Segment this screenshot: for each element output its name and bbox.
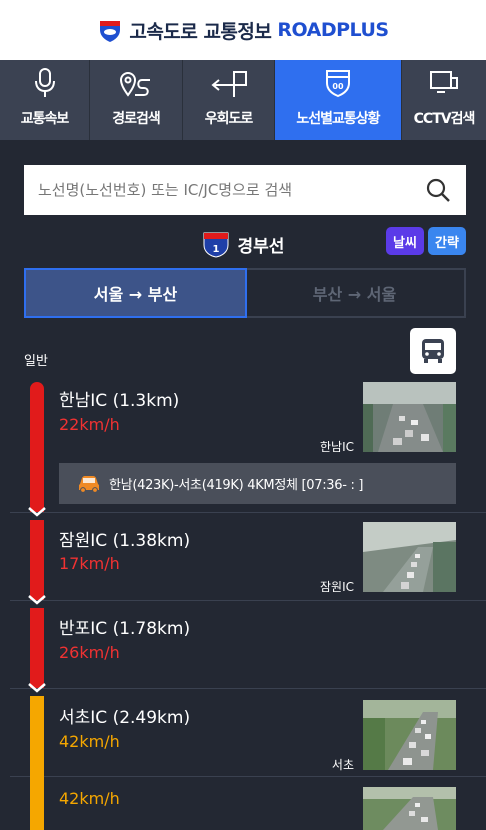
traffic-bar-congested	[30, 608, 44, 688]
brand-name: ROADPLUS	[277, 19, 389, 41]
weather-button[interactable]: 날씨	[386, 227, 424, 255]
route-shield-icon: 00	[324, 66, 352, 100]
tab-traffic-news[interactable]: 교통속보	[0, 60, 90, 140]
tab-detour[interactable]: 우회도로	[183, 60, 275, 140]
chevron-down-icon	[28, 507, 46, 517]
route-name: 경부선	[237, 236, 285, 257]
segment-divider	[10, 688, 486, 689]
cctv-label: 서초	[331, 758, 354, 772]
cctv-thumbnail[interactable]	[363, 522, 456, 592]
tab-cctv-search[interactable]: CCTV검색	[402, 60, 486, 140]
traffic-bar-slow	[30, 696, 44, 776]
tab-route-search[interactable]: 경로검색	[90, 60, 183, 140]
segment-speed: 26km/h	[59, 643, 120, 662]
tab-label: 교통속보	[20, 111, 70, 127]
segment-divider	[10, 600, 486, 601]
chevron-down-icon	[28, 595, 46, 605]
microphone-icon	[33, 66, 57, 100]
segment-speed: 17km/h	[59, 554, 120, 573]
direction-toggle: 서울 → 부산 부산 → 서울	[24, 268, 466, 318]
route-number-shield-icon: 1	[203, 232, 229, 258]
direction-seoul-busan[interactable]: 서울 → 부산	[24, 268, 247, 318]
tab-label: CCTV검색	[413, 111, 476, 127]
tab-label: 경로검색	[112, 111, 161, 127]
main-tabs: 교통속보 경로검색 우회도로 00 노선별교통상황 CCTV검색	[0, 60, 486, 140]
alert-text: 한남(423K)-서초(419K) 4KM정체 [07:36- : ]	[109, 478, 364, 493]
cctv-monitor-icon	[429, 66, 459, 100]
tab-label: 노선별교통상황	[296, 111, 380, 127]
cctv-thumbnail[interactable]	[363, 382, 456, 452]
simple-view-button[interactable]: 간략	[428, 227, 466, 255]
tab-label: 우회도로	[204, 111, 254, 127]
cctv-thumbnail[interactable]	[363, 787, 456, 830]
traffic-bar-congested	[30, 382, 44, 512]
segment-ic-name[interactable]: 서초IC (2.49km)	[59, 703, 190, 728]
segment-ic-name[interactable]: 잠원IC (1.38km)	[59, 526, 190, 551]
segment-speed: 42km/h	[59, 732, 120, 751]
bus-icon	[422, 339, 444, 363]
segment-ic-name[interactable]: 한남IC (1.3km)	[59, 386, 179, 411]
traffic-bar-congested	[30, 520, 44, 600]
segment-speed: 22km/h	[59, 415, 120, 434]
cctv-label: 잠원IC	[320, 580, 354, 594]
svg-text:00: 00	[332, 82, 344, 91]
chevron-down-icon	[28, 683, 46, 693]
route-pin-icon	[118, 66, 154, 100]
segment-divider	[10, 512, 486, 513]
segment-divider	[10, 776, 486, 777]
route-search-box	[24, 165, 466, 215]
highway-shield-icon	[100, 21, 121, 42]
route-number: 1	[212, 244, 219, 255]
car-icon	[79, 475, 99, 493]
search-icon	[426, 178, 450, 202]
cctv-thumbnail[interactable]	[363, 700, 456, 770]
detour-arrow-icon	[210, 66, 248, 100]
traffic-bar-slow	[30, 776, 44, 830]
segment-ic-name[interactable]: 반포IC (1.78km)	[59, 614, 190, 639]
bus-toggle-button[interactable]	[410, 328, 456, 374]
app-header: 고속도로 교통정보 ROADPLUS	[0, 0, 486, 60]
app-title: 고속도로 교통정보	[129, 20, 272, 43]
search-input[interactable]	[38, 181, 424, 199]
traffic-alert[interactable]: 한남(423K)-서초(419K) 4KM정체 [07:36- : ]	[59, 463, 456, 504]
section-label: 일반	[24, 354, 48, 369]
cctv-label: 한남IC	[320, 440, 354, 454]
direction-busan-seoul[interactable]: 부산 → 서울	[245, 270, 464, 316]
search-button[interactable]	[424, 176, 452, 204]
segment-speed: 42km/h	[59, 789, 120, 808]
tab-route-traffic[interactable]: 00 노선별교통상황	[275, 60, 402, 140]
